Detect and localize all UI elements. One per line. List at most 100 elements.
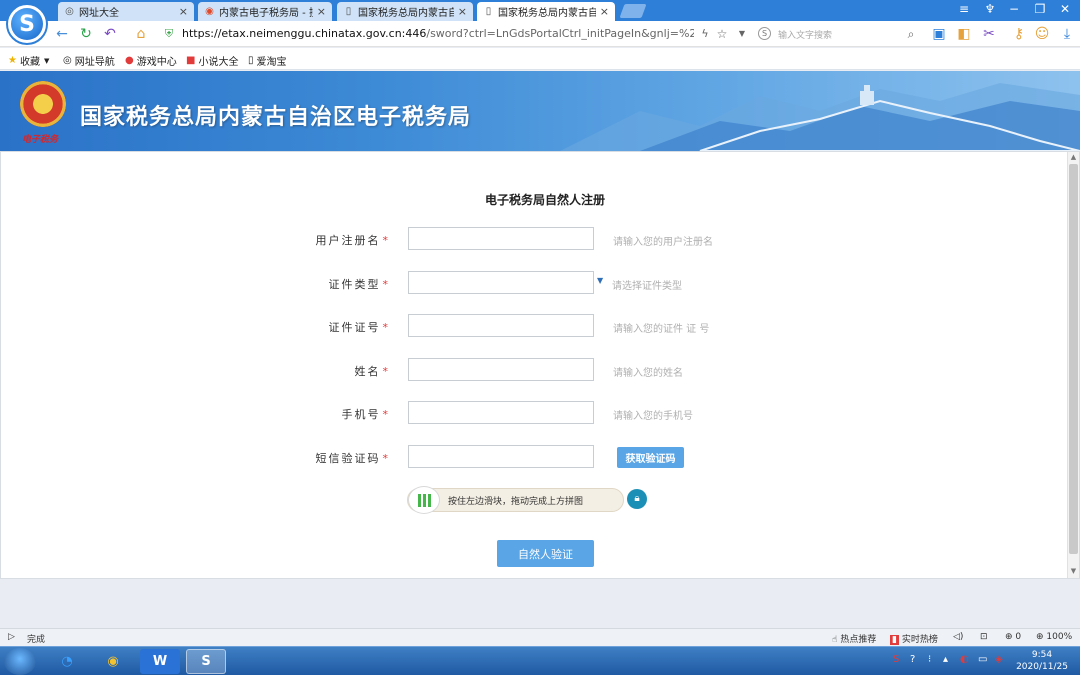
key-icon[interactable]: ⚷ — [1010, 25, 1028, 43]
scroll-down-icon[interactable]: ▼ — [1068, 567, 1079, 577]
slider-captcha-handle[interactable] — [408, 486, 440, 514]
tab-tax-bureau-1[interactable]: ▯ 国家税务总局内蒙古自治 × — [337, 2, 473, 21]
lightning-icon[interactable]: ϟ — [696, 25, 714, 43]
download-icon[interactable]: ⤓ — [1058, 25, 1076, 43]
clock-date: 2020/11/25 — [1016, 662, 1068, 672]
national-emblem-icon — [20, 81, 66, 127]
verify-submit-button[interactable]: 自然人验证 — [497, 540, 594, 567]
help-icon[interactable]: ? — [910, 654, 915, 665]
chevron-up-icon[interactable]: ▴ — [943, 654, 948, 665]
back-icon[interactable]: ← — [53, 25, 71, 43]
page-icon: ▯ — [345, 6, 352, 17]
bookmark-favorites[interactable]: ★ 收藏 ▼ — [8, 53, 49, 68]
restore-icon[interactable]: ❐ — [1030, 2, 1050, 16]
game-icon: ● — [125, 55, 134, 66]
network-icon[interactable]: ▭ — [978, 654, 987, 665]
menu-icon[interactable]: ≡ — [954, 2, 974, 16]
start-button[interactable] — [4, 648, 36, 675]
bookmark-games[interactable]: ● 游戏中心 — [125, 53, 177, 68]
bookmark-nav[interactable]: ◎ 网址导航 — [63, 53, 115, 68]
emoji-icon[interactable]: ☺ — [1033, 25, 1051, 43]
hot-icon: ☝ — [832, 635, 838, 645]
tray-settings-icon[interactable]: ⁝ — [928, 654, 931, 665]
skin-icon[interactable]: ♆ — [980, 2, 1000, 16]
phone-label: 手机号 * — [341, 408, 389, 421]
required-mark: * — [382, 321, 389, 334]
chrome-icon[interactable]: ◉ — [93, 649, 133, 674]
close-icon[interactable]: × — [179, 5, 188, 18]
status-bar: ▷ 完成 ☝ 热点推荐 ▮ 实时热榜 ◁) ⊡ ⊕ 0 ⊕ 100% — [0, 628, 1080, 646]
globe-icon: ◎ — [65, 6, 74, 17]
id-number-hint: 请输入您的证件 证 号 — [613, 324, 710, 335]
undo-icon[interactable]: ↶ — [101, 25, 119, 43]
required-mark: * — [382, 408, 389, 421]
download-counter[interactable]: ⊕ 0 — [1005, 632, 1021, 642]
phone-hint: 请输入您的手机号 — [613, 411, 693, 422]
taskbar-clock[interactable]: 9:54 2020/11/25 — [1012, 649, 1072, 673]
os-taskbar: ◔ ◉ W S S ? ⁝ ▴ ◐ ▭ ◈ 9:54 2020/11/25 — [0, 646, 1080, 675]
required-mark: * — [382, 452, 389, 465]
bookmark-novels[interactable]: ■ 小说大全 — [186, 53, 238, 68]
antivirus-icon[interactable]: ◐ — [960, 654, 969, 665]
phone-field[interactable] — [408, 401, 594, 424]
url-field[interactable]: https://etax.neimenggu.chinatax.gov.cn:4… — [182, 27, 694, 40]
sidebar-toggle-icon[interactable]: ▷ — [8, 632, 15, 642]
tab-nav-portal[interactable]: ◎ 网址大全 × — [58, 2, 194, 21]
sogou-search-icon: S — [758, 27, 771, 40]
globe-icon: ◎ — [63, 55, 72, 66]
lock-icon: 🔒︎ — [627, 489, 647, 509]
search-icon[interactable]: ⌕ — [902, 25, 920, 43]
star-icon: ★ — [8, 55, 17, 66]
download-icon: ⊕ — [1005, 632, 1013, 642]
id-type-label: 证件类型 * — [328, 278, 389, 291]
address-bar: ← ↻ ↶ ⌂ ⛨ https://etax.neimenggu.chinata… — [0, 21, 1080, 47]
page-icon: ▯ — [248, 55, 254, 66]
home-icon[interactable]: ⌂ — [132, 25, 150, 43]
close-icon[interactable]: × — [600, 5, 609, 18]
hot-recommend[interactable]: ☝ 热点推荐 — [832, 632, 876, 645]
sms-code-label: 短信验证码 * — [315, 452, 389, 465]
id-number-field[interactable] — [408, 314, 594, 337]
realtime-hot[interactable]: ▮ 实时热榜 — [890, 632, 938, 645]
name-label: 姓名 * — [354, 365, 389, 378]
scroll-up-icon[interactable]: ▲ — [1068, 153, 1079, 163]
dropdown-arrow-icon[interactable]: ▼ — [597, 276, 603, 285]
tab-tax-bureau-2[interactable]: ▯ 国家税务总局内蒙古自治 × — [477, 2, 615, 21]
sogou-browser-icon[interactable]: S — [186, 649, 226, 674]
close-icon[interactable]: × — [458, 5, 467, 18]
emblem-signature: 电子税务 — [22, 135, 59, 145]
chevron-down-icon[interactable]: ▼ — [733, 25, 751, 43]
bookmark-taobao[interactable]: ▯ 爱淘宝 — [248, 53, 287, 68]
volume-icon[interactable]: ◈ — [995, 654, 1003, 665]
chart-icon: ▮ — [890, 635, 899, 645]
tab-search[interactable]: ◉ 内蒙古电子税务局 - 搜… × — [198, 2, 332, 21]
close-icon[interactable]: × — [317, 5, 326, 18]
sms-code-field[interactable] — [408, 445, 594, 468]
get-sms-code-button[interactable]: 获取验证码 — [617, 447, 684, 468]
vertical-scrollbar[interactable]: ▲ ▼ — [1067, 152, 1079, 578]
required-mark: * — [382, 234, 389, 247]
site-banner: 电子税务 国家税务总局内蒙古自治区电子税务局 — [0, 71, 1080, 151]
save-icon[interactable]: ⊡ — [980, 632, 988, 642]
qq-browser-icon[interactable]: ◔ — [47, 649, 87, 674]
id-type-select[interactable] — [408, 271, 594, 294]
username-field[interactable] — [408, 227, 594, 250]
extension-icon[interactable]: ◧ — [955, 25, 973, 43]
translate-icon[interactable]: ▣ — [930, 25, 948, 43]
close-window-icon[interactable]: ✕ — [1055, 2, 1075, 16]
screenshot-icon[interactable]: ✂ — [980, 25, 998, 43]
username-label: 用户注册名 * — [315, 234, 389, 247]
speaker-icon[interactable]: ◁) — [953, 632, 963, 642]
browser-logo-icon[interactable]: S — [6, 3, 48, 45]
name-field[interactable] — [408, 358, 594, 381]
secure-shield-icon: ⛨ — [164, 27, 174, 40]
refresh-icon[interactable]: ↻ — [77, 25, 95, 43]
scroll-thumb[interactable] — [1069, 164, 1078, 554]
star-icon[interactable]: ☆ — [713, 25, 731, 43]
search-input[interactable]: S 输入文字搜索 — [752, 24, 920, 44]
zoom-control[interactable]: ⊕ 100% — [1036, 632, 1072, 642]
book-icon: ■ — [186, 55, 196, 66]
wps-icon[interactable]: W — [140, 649, 180, 674]
sogou-ime-icon[interactable]: S — [893, 654, 899, 665]
minimize-icon[interactable]: − — [1004, 2, 1024, 16]
